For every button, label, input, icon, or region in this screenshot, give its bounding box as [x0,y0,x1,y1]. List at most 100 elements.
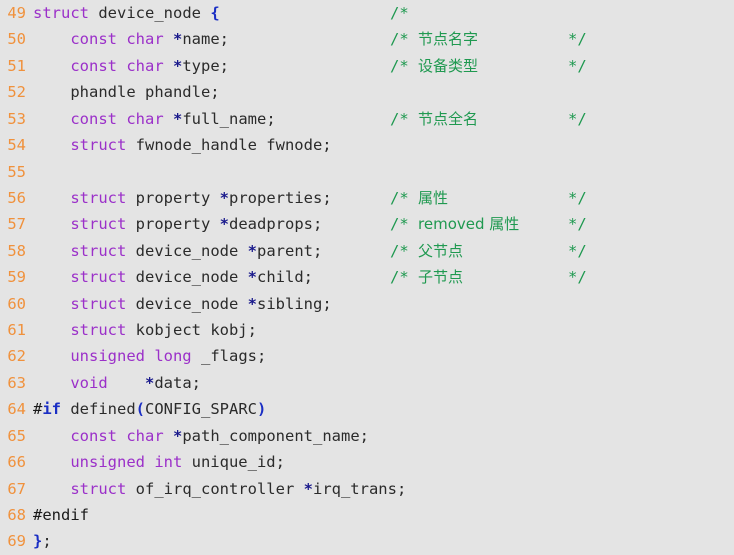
line-number: 57 [7,215,26,234]
code-token-plain: defined [61,400,136,419]
line-number: 63 [7,373,26,392]
code-line[interactable]: 62 unsigned long _flags; [0,343,734,369]
comment-open-delimiter: /* [390,215,409,234]
code-line[interactable]: 64 #if defined(CONFIG_SPARC) [0,396,734,422]
code-token-kw: unsigned long [70,347,192,366]
code-line[interactable]: 63 void *data; [0,370,734,396]
code-token-plain: irq_trans; [312,479,407,498]
code-line[interactable]: 69}; [0,528,734,554]
code-comment: /* 节点全名 */ [390,106,587,132]
code-token-plain: unique_id; [182,453,285,472]
code-token-brace: } [33,532,43,551]
code-token-plain: full_name; [182,109,276,128]
code-token-star: * [173,426,183,445]
code-comment: /* 设备类型 */ [390,53,587,79]
line-number: 52 [7,83,26,102]
line-number: 53 [7,109,26,128]
line-number: 58 [7,241,26,260]
line-number: 55 [7,162,26,181]
comment-close-delimiter: */ [568,188,587,207]
code-token-star: * [173,30,183,49]
comment-spacer [409,189,418,207]
code-text: }; [26,528,52,554]
code-token-star: * [219,188,229,207]
line-number: 50 [7,30,26,49]
code-comment: /* 父节点 */ [390,238,587,264]
code-text: const char *path_component_name; [26,423,369,449]
comment-open-delimiter: /* [390,241,409,260]
code-token-kw: struct [70,215,127,234]
code-token-star: * [173,56,183,75]
code-token-kw: const char [70,30,164,49]
code-comment: /* 子节点 */ [390,264,587,290]
code-token-kw: const char [70,109,164,128]
comment-spacer [409,268,418,286]
code-token-plain: device_node [126,268,248,287]
code-token-kw: struct [70,268,127,287]
code-token-plain: type; [182,56,230,75]
comment-text: 子节点 [418,268,464,287]
code-line[interactable]: 50 const char *name; /* 节点名字 */ [0,26,734,52]
code-token-plain: property [126,188,220,207]
comment-spacer [409,242,418,260]
line-number: 64 [7,400,26,419]
comment-spacer [409,110,418,128]
code-text: #if defined(CONFIG_SPARC) [26,396,266,422]
code-text: struct device_node *child; [26,264,313,290]
line-number: 60 [7,294,26,313]
code-token-kw: const char [70,426,164,445]
code-line[interactable]: 58 struct device_node *parent; /* 父节点 */ [0,238,734,264]
line-number: 65 [7,426,26,445]
code-line[interactable]: 55 [0,159,734,185]
comment-spacer [409,30,418,48]
code-line[interactable]: 49 struct device_node {/* [0,0,734,26]
code-token-plain: sibling; [257,294,332,313]
code-viewer[interactable]: 49 struct device_node {/* 50 const char *… [0,0,734,555]
code-line[interactable]: 52 phandle phandle; [0,79,734,105]
code-token-star: * [173,109,183,128]
comment-close-delimiter: */ [568,241,587,260]
code-line[interactable]: 57 struct property *deadprops; /* removed… [0,211,734,237]
code-text: const char *full_name; [26,106,276,132]
code-token-paren: ) [257,400,267,419]
code-line[interactable]: 53 const char *full_name; /* 节点全名 */ [0,106,734,132]
code-line[interactable]: 68 #endif [0,502,734,528]
code-token-star: * [247,268,257,287]
code-line[interactable]: 56 struct property *properties; /* 属性 */ [0,185,734,211]
code-token-kw: struct [33,4,89,22]
code-token-kw: struct [70,294,127,313]
code-text: phandle phandle; [26,79,219,105]
code-line[interactable]: 59 struct device_node *child; /* 子节点 */ [0,264,734,290]
code-line[interactable]: 51 const char *type; /* 设备类型 */ [0,53,734,79]
comment-spacer [409,215,418,233]
line-number: 69 [7,532,26,551]
code-line[interactable]: 60 struct device_node *sibling; [0,291,734,317]
comment-open-delimiter: /* [390,268,409,287]
code-token-plain: deadprops; [229,215,323,234]
code-token-kw: void [70,373,108,392]
code-line[interactable]: 67 struct of_irq_controller *irq_trans; [0,476,734,502]
code-comment: /* removed 属性 */ [390,211,587,237]
code-comment: /* [390,0,418,26]
comment-close-delimiter: */ [568,56,587,75]
code-text: const char *type; [26,53,229,79]
code-line[interactable]: 54 struct fwnode_handle fwnode; [0,132,734,158]
code-line[interactable]: 66 unsigned int unique_id; [0,449,734,475]
code-comment: /* 属性 */ [390,185,587,211]
comment-text: 节点名字 [418,30,479,49]
code-line[interactable]: 65 const char *path_component_name; [0,423,734,449]
code-token-ppkw: if [42,400,62,419]
code-token-plain: _flags; [191,347,267,366]
comment-open-delimiter: /* [390,109,409,128]
code-line[interactable]: 61 struct kobject kobj; [0,317,734,343]
code-token-plain: data; [154,373,201,392]
